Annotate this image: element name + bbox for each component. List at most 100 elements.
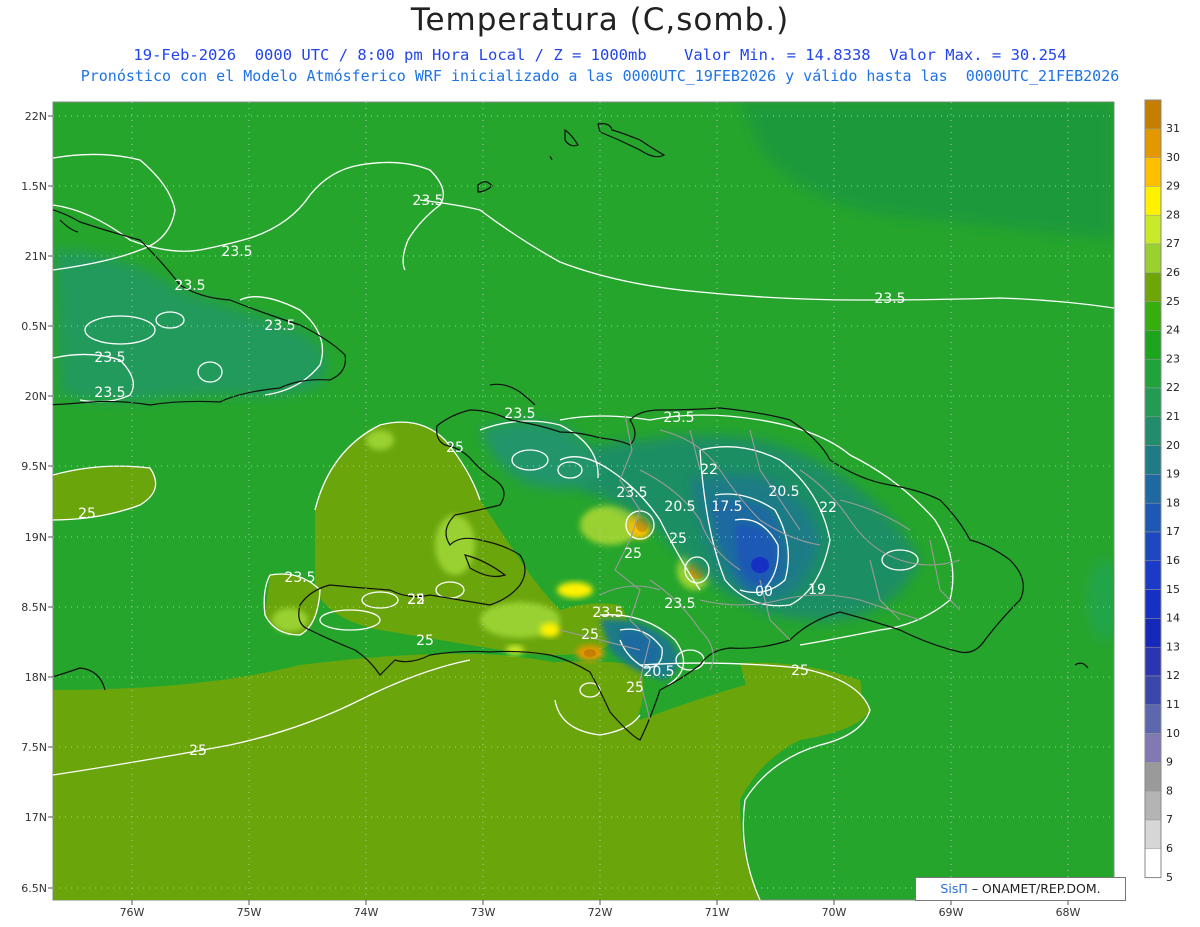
colorbar: 31 30 29 28 27 26 25 24 23 22 21 20 19 18 17 16 15 14 13 12… bbox=[1144, 99, 1180, 884]
colorbar-label: 28 bbox=[1166, 208, 1180, 221]
lat-tick-label: 20N bbox=[25, 390, 47, 403]
colorbar-swatch bbox=[1144, 589, 1162, 619]
colorbar-label: 11 bbox=[1166, 698, 1180, 711]
contour-label: 23.5 bbox=[616, 485, 647, 501]
contour-label: 23.5 bbox=[94, 350, 125, 366]
lon-tick-label: 71W bbox=[705, 906, 730, 919]
colorbar-swatch bbox=[1144, 733, 1162, 763]
colorbar-label: 20 bbox=[1166, 439, 1180, 452]
contour-label: 25 bbox=[791, 663, 809, 679]
contour-label: 23.5 bbox=[874, 291, 905, 307]
colorbar-label: 10 bbox=[1166, 727, 1180, 740]
colorbar-swatch bbox=[1144, 704, 1162, 734]
lon-tick-label: 69W bbox=[939, 906, 964, 919]
colorbar-label: 17 bbox=[1166, 525, 1180, 538]
contour-label: 23.5 bbox=[221, 244, 252, 260]
lat-tick-label: 18N bbox=[25, 671, 47, 684]
credit-brand: SisΠ bbox=[940, 881, 968, 896]
contour-label: 23.5 bbox=[94, 385, 125, 401]
colorbar-label: 9 bbox=[1166, 756, 1173, 769]
colorbar-label: 31 bbox=[1166, 122, 1180, 135]
colorbar-swatch bbox=[1144, 416, 1162, 446]
contour-label: 22 bbox=[819, 500, 837, 516]
colorbar-swatch bbox=[1144, 675, 1162, 706]
contour-label: 19 bbox=[808, 582, 826, 598]
colorbar-swatch bbox=[1144, 618, 1162, 648]
contour-label: 20.5 bbox=[664, 499, 695, 515]
colorbar-label: 16 bbox=[1166, 554, 1180, 567]
colorbar-swatch bbox=[1144, 99, 1162, 130]
latitude-axis: 22N 1.5N 21N 0.5N 20N 9.5N 19N 8.5N 18N 7.5N 17N 6.… bbox=[21, 110, 53, 895]
contour-label: 23.5 bbox=[504, 406, 535, 422]
lat-tick-label: 9.5N bbox=[21, 460, 47, 473]
colorbar-label: 26 bbox=[1166, 266, 1180, 279]
contour-label: 25 bbox=[669, 531, 687, 547]
colorbar-label: 29 bbox=[1166, 180, 1180, 193]
colorbar-label: 18 bbox=[1166, 496, 1180, 509]
colorbar-label: 7 bbox=[1166, 813, 1173, 826]
longitude-axis: 76W 75W 74W 73W 72W 71W 70W 69W 68W bbox=[120, 900, 1081, 919]
temperature-map: 23.5 23.5 23.5 23.5 23.5 23.5 23.5 23.5 23.5 23.5… bbox=[21, 99, 1180, 919]
colorbar-label: 25 bbox=[1166, 295, 1180, 308]
contour-label: 20.5 bbox=[768, 484, 799, 500]
colorbar-swatch bbox=[1144, 819, 1162, 850]
colorbar-swatch bbox=[1144, 272, 1162, 302]
colorbar-swatch bbox=[1144, 762, 1162, 792]
colorbar-swatch bbox=[1144, 301, 1162, 331]
credit-text: – ONAMET/REP.DOM. bbox=[967, 881, 1101, 896]
contour-label: 23.5 bbox=[412, 193, 443, 209]
contour-label: 22 bbox=[700, 462, 718, 478]
colorbar-label: 23 bbox=[1166, 352, 1180, 365]
contour-label: 22 bbox=[407, 592, 425, 608]
contour-label: 23.5 bbox=[264, 318, 295, 334]
colorbar-label: 13 bbox=[1166, 640, 1180, 653]
lon-tick-label: 76W bbox=[120, 906, 145, 919]
contour-label: 25 bbox=[189, 743, 207, 759]
lat-tick-label: 6.5N bbox=[21, 882, 47, 895]
lat-tick-label: 21N bbox=[25, 250, 47, 263]
colorbar-swatch bbox=[1144, 387, 1162, 418]
lon-tick-label: 70W bbox=[822, 906, 847, 919]
colorbar-label: 12 bbox=[1166, 669, 1180, 682]
lat-tick-label: 0.5N bbox=[21, 320, 47, 333]
colorbar-label: 30 bbox=[1166, 151, 1180, 164]
contour-label: 23.5 bbox=[664, 596, 695, 612]
colorbar-swatch bbox=[1144, 128, 1162, 158]
colorbar-label: 21 bbox=[1166, 410, 1180, 423]
lat-tick-label: 8.5N bbox=[21, 601, 47, 614]
lon-tick-label: 74W bbox=[354, 906, 379, 919]
lat-tick-label: 17N bbox=[25, 811, 47, 824]
contour-label: 23.5 bbox=[592, 605, 623, 621]
colorbar-swatch bbox=[1144, 474, 1162, 504]
colorbar-swatch bbox=[1144, 186, 1162, 216]
contour-label: 25 bbox=[624, 546, 642, 562]
lat-tick-label: 7.5N bbox=[21, 741, 47, 754]
colorbar-swatch bbox=[1144, 848, 1162, 878]
contour-label: 17.5 bbox=[711, 499, 742, 515]
lat-tick-label: 1.5N bbox=[21, 180, 47, 193]
colorbar-label: 5 bbox=[1166, 871, 1173, 884]
contour-label: 23.5 bbox=[663, 410, 694, 426]
contour-label: 25 bbox=[446, 440, 464, 456]
colorbar-label: 8 bbox=[1166, 784, 1173, 797]
colorbar-label: 6 bbox=[1166, 842, 1173, 855]
colorbar-swatch bbox=[1144, 646, 1162, 677]
contour-label: 25 bbox=[626, 680, 644, 696]
colorbar-swatch bbox=[1144, 157, 1162, 187]
lat-tick-label: 22N bbox=[25, 110, 47, 123]
colorbar-swatch bbox=[1144, 445, 1162, 475]
colorbar-swatch bbox=[1144, 214, 1162, 245]
colorbar-swatch bbox=[1144, 358, 1162, 389]
contour-label: 25 bbox=[78, 506, 96, 522]
colorbar-label: 19 bbox=[1166, 468, 1180, 481]
credit-box: SisΠ – ONAMET/REP.DOM. bbox=[915, 877, 1126, 901]
contour-label: 23.5 bbox=[174, 278, 205, 294]
colorbar-swatch bbox=[1144, 790, 1162, 821]
contour-label: 25 bbox=[581, 627, 599, 643]
contour-label: 20.5 bbox=[643, 664, 674, 680]
colorbar-label: 27 bbox=[1166, 237, 1180, 250]
lat-tick-label: 19N bbox=[25, 531, 47, 544]
colorbar-label: 14 bbox=[1166, 612, 1180, 625]
colorbar-swatch bbox=[1144, 531, 1162, 562]
colorbar-swatch bbox=[1144, 502, 1162, 533]
